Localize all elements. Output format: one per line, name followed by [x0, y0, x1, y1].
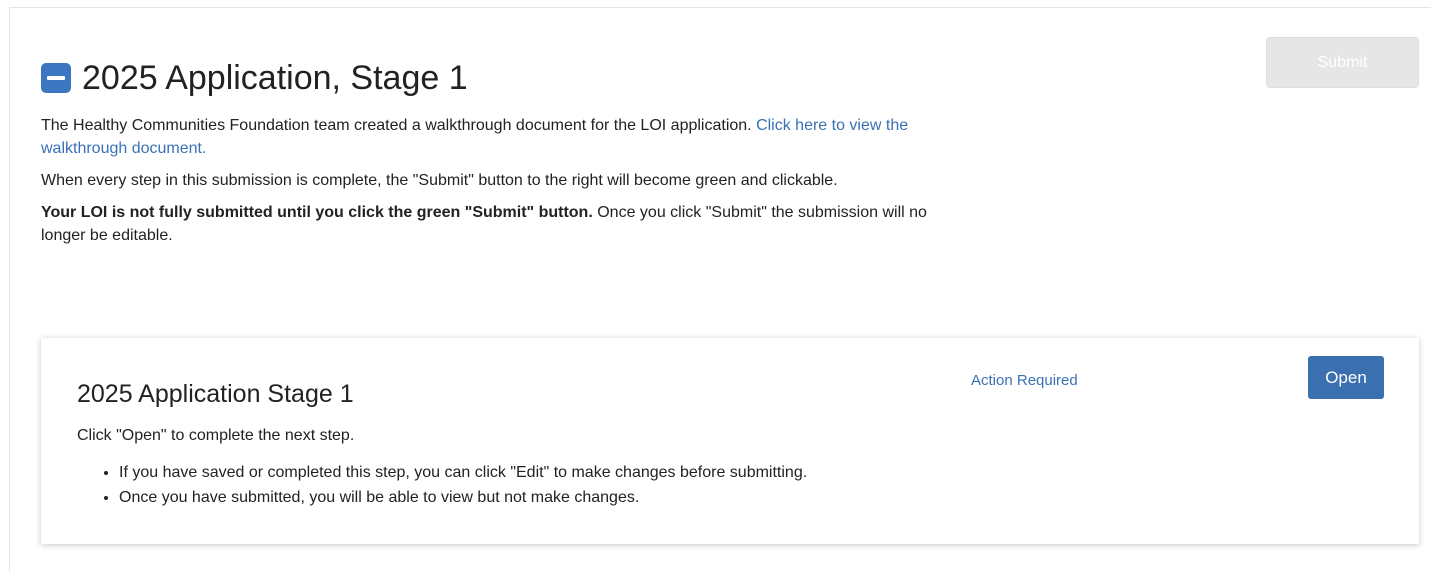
walkthrough-paragraph: The Healthy Communities Foundation team …	[41, 114, 941, 160]
step-title: 2025 Application Stage 1	[77, 380, 354, 408]
page-title: 2025 Application, Stage 1	[82, 59, 468, 97]
application-header: 2025 Application, Stage 1	[41, 58, 468, 98]
step-description: Click "Open" to complete the next step.	[77, 427, 355, 444]
submit-warning-paragraph: Your LOI is not fully submitted until yo…	[41, 201, 941, 247]
intro-text: The Healthy Communities Foundation team …	[41, 114, 941, 256]
submit-warning-bold: Your LOI is not fully submitted until yo…	[41, 204, 593, 221]
minus-square-icon[interactable]	[41, 63, 71, 93]
status-badge: Action Required	[971, 372, 1078, 389]
open-button[interactable]: Open	[1308, 356, 1384, 399]
submit-info-paragraph: When every step in this submission is co…	[41, 172, 838, 189]
list-item: If you have saved or completed this step…	[119, 460, 807, 485]
step-instructions: If you have saved or completed this step…	[99, 460, 807, 510]
submit-button[interactable]: Submit	[1266, 37, 1419, 88]
list-item: Once you have submitted, you will be abl…	[119, 485, 807, 510]
walkthrough-text: The Healthy Communities Foundation team …	[41, 117, 757, 134]
step-card: 2025 Application Stage 1 Action Required…	[41, 338, 1419, 544]
